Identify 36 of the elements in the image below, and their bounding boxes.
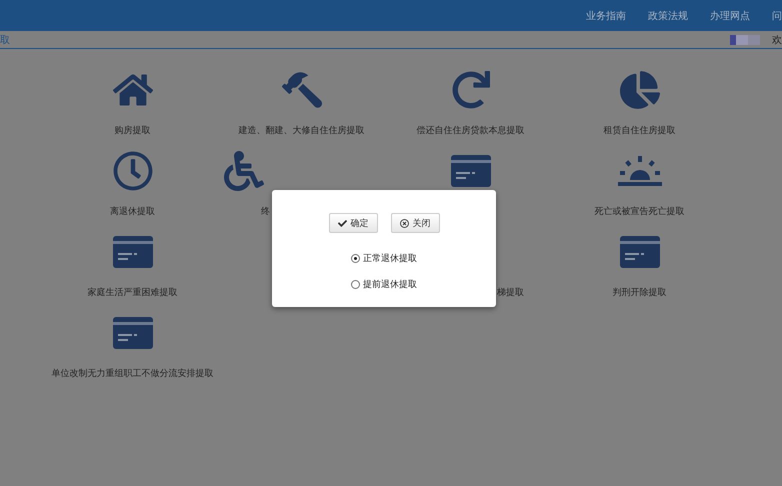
service-label[interactable]: 家庭生活严重困难提取 xyxy=(88,286,178,299)
clock-icon xyxy=(112,151,152,191)
greeting-text: 欢 xyxy=(772,34,782,46)
radio-button[interactable] xyxy=(351,254,360,263)
service-label[interactable]: 购房提取 xyxy=(114,124,150,137)
service-label[interactable]: 租赁自住住房提取 xyxy=(604,124,676,137)
nav-link[interactable]: 政策法规 xyxy=(648,8,688,22)
sunrise-icon xyxy=(618,156,662,186)
refresh-icon xyxy=(452,71,490,109)
card-icon xyxy=(450,155,490,187)
service-label[interactable]: 死亡或被宣告死亡提取 xyxy=(594,205,684,218)
pie-chart-icon xyxy=(620,70,660,110)
blurred-username xyxy=(730,34,760,44)
card-icon xyxy=(620,236,660,268)
service-label[interactable]: 终 xyxy=(261,205,270,218)
nav-link[interactable]: 办理网点 xyxy=(710,8,750,22)
hammer-icon xyxy=(282,70,322,110)
nav-link[interactable]: 问 xyxy=(772,8,782,22)
card-icon xyxy=(112,236,152,268)
service-label[interactable]: 判刑开除提取 xyxy=(612,286,666,299)
nav-link[interactable]: 业务指南 xyxy=(586,8,626,22)
service-label[interactable]: 偿还自住住房贷款本息提取 xyxy=(416,124,524,137)
wheelchair-icon xyxy=(224,151,264,191)
service-label[interactable]: 梯提取 xyxy=(497,286,524,299)
close-icon xyxy=(400,218,408,228)
check-icon xyxy=(338,218,346,228)
confirm-button[interactable]: 确定 xyxy=(328,213,378,233)
option-label: 提前退休提取 xyxy=(363,278,417,291)
service-label[interactable]: 单位改制无力重组职工不做分流安排提取 xyxy=(52,367,214,380)
service-label[interactable]: 建造、翻建、大修自住住房提取 xyxy=(238,124,364,137)
card-icon xyxy=(112,317,152,349)
service-label[interactable]: 离退休提取 xyxy=(110,205,155,218)
option-label: 正常退休提取 xyxy=(363,252,417,265)
radio-button[interactable] xyxy=(351,280,360,289)
close-button[interactable]: 关闭 xyxy=(390,213,440,233)
breadcrumb-text: 取 xyxy=(0,34,10,46)
